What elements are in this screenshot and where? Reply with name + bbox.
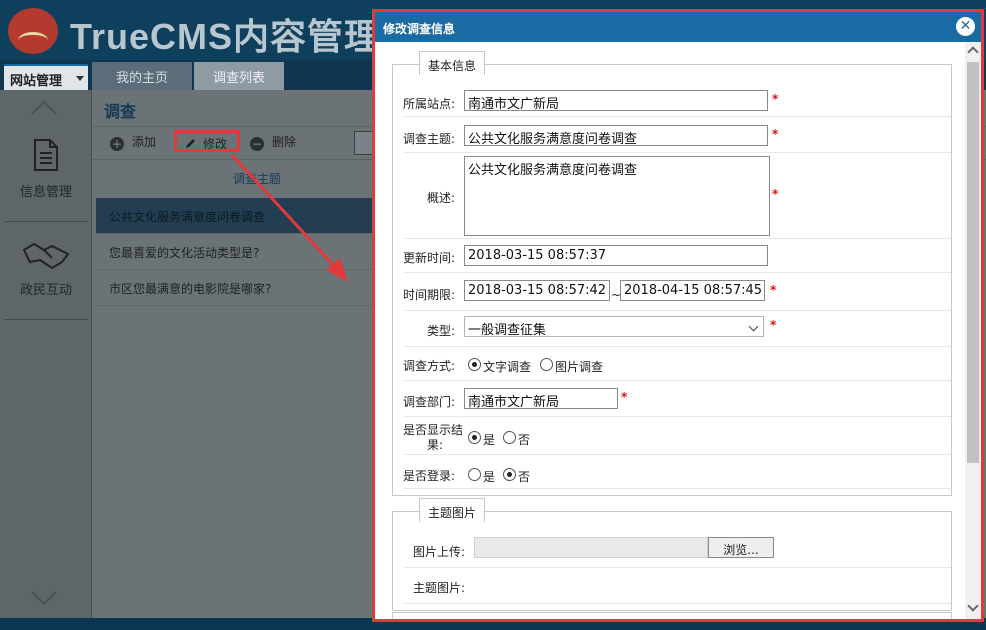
type-row: 类型: 一般调查征集 *: [403, 311, 951, 347]
login-row: 是否登录: 是 否: [403, 455, 951, 489]
theme-image-legend: 主题图片: [419, 498, 486, 522]
add-button[interactable]: + 添加: [110, 133, 156, 155]
login-no-label[interactable]: 否: [518, 468, 530, 485]
required-mark: *: [772, 127, 779, 141]
login-no-radio[interactable]: [503, 468, 516, 481]
desc-textarea[interactable]: 公共文化服务满意度问卷调查: [464, 156, 770, 236]
table-row[interactable]: 市区您最满意的电影院是哪家?: [96, 270, 376, 306]
required-mark: *: [770, 283, 777, 297]
required-mark: *: [772, 92, 779, 106]
method-image-label[interactable]: 图片调查: [555, 358, 603, 375]
handshake-icon: [23, 243, 69, 269]
type-select-value: 一般调查征集: [468, 323, 547, 337]
site-manage-menu[interactable]: 网站管理: [4, 64, 88, 90]
scrollbar-thumb[interactable]: [967, 62, 979, 463]
close-icon[interactable]: ✕: [956, 17, 975, 36]
theme-image-label: 主题图片:: [413, 581, 466, 595]
chevron-down-icon: [748, 321, 759, 332]
plus-icon: +: [110, 137, 124, 151]
basic-info-legend: 基本信息: [419, 51, 486, 75]
edit-survey-dialog: 修改调查信息 ✕ 基本信息 所属站点: 南通市文广新局 * 调查主题: 公共文化…: [372, 9, 984, 622]
method-row: 调查方式: 文字调查 图片调查: [403, 347, 951, 381]
page-title: 调查: [104, 102, 137, 121]
dialog-scrollbar[interactable]: [965, 42, 981, 619]
minus-icon: −: [250, 137, 264, 151]
login-yes-label[interactable]: 是: [483, 468, 495, 485]
dept-label: 调查部门:: [403, 395, 456, 409]
show-result-no-label[interactable]: 否: [518, 431, 530, 448]
basic-info-group: 基本信息 所属站点: 南通市文广新局 * 调查主题: 公共文化服务满意度问卷调查…: [392, 51, 952, 496]
edit-label: 修改: [203, 137, 228, 151]
site-label: 所属站点:: [403, 97, 456, 111]
chevron-down-icon: [76, 76, 84, 81]
upload-file-field[interactable]: [474, 537, 708, 558]
tab-survey-list[interactable]: 调查列表: [194, 62, 284, 90]
add-label: 添加: [132, 135, 157, 149]
method-label: 调查方式:: [403, 359, 456, 373]
updated-row: 更新时间: 2018-03-15 08:57:37: [403, 239, 951, 273]
show-result-row: 是否显示结 果: 是 否: [403, 417, 951, 455]
column-header-topic[interactable]: 调查主题: [92, 170, 372, 187]
period-row: 时间期限: 2018-03-15 08:57:42 ~ 2018-04-15 0…: [403, 273, 951, 311]
logo-emblem-icon: [8, 8, 58, 54]
required-mark: *: [772, 187, 779, 201]
theme-image-group: 主题图片 图片上传: 浏览... 主题图片:: [392, 498, 952, 611]
delete-label: 删除: [272, 135, 297, 149]
topic-label: 调查主题:: [403, 132, 456, 146]
edit-button[interactable]: 修改: [174, 130, 240, 152]
updated-field[interactable]: 2018-03-15 08:57:37: [464, 245, 768, 266]
method-text-label[interactable]: 文字调查: [483, 358, 531, 375]
sidebar: 信息管理 政民互动: [0, 90, 92, 630]
chevron-up-icon[interactable]: [30, 94, 58, 122]
period-label: 时间期限:: [403, 288, 456, 302]
site-manage-label: 网站管理: [10, 74, 63, 89]
required-mark: *: [621, 390, 628, 404]
topic-field[interactable]: 公共文化服务满意度问卷调查: [464, 125, 768, 146]
theme-image-row: 主题图片:: [403, 568, 951, 604]
login-yes-radio[interactable]: [468, 468, 481, 481]
type-label: 类型:: [427, 324, 456, 338]
show-result-no-radio[interactable]: [503, 431, 516, 444]
next-group: [392, 612, 952, 619]
upload-row: 图片上传: 浏览...: [403, 532, 951, 568]
show-result-label-2: 果:: [427, 438, 444, 452]
upload-label: 图片上传:: [413, 545, 466, 559]
site-row: 所属站点: 南通市文广新局 *: [403, 85, 951, 117]
dialog-titlebar: 修改调查信息 ✕: [375, 12, 981, 42]
scroll-down-icon[interactable]: [967, 600, 979, 612]
sidebar-item-gov-interaction[interactable]: 政民互动: [4, 228, 88, 320]
delete-button[interactable]: − 删除: [250, 133, 296, 155]
table-row[interactable]: 您最喜爱的文化活动类型是?: [96, 234, 376, 270]
search-icon[interactable]: [354, 131, 374, 155]
dept-row: 调查部门: 南通市文广新局 *: [403, 381, 951, 417]
sidebar-item-info-manage[interactable]: 信息管理: [4, 130, 88, 222]
period-start-field[interactable]: 2018-03-15 08:57:42: [464, 280, 610, 301]
dialog-title: 修改调查信息: [383, 22, 456, 36]
method-image-radio[interactable]: [540, 358, 553, 371]
sidebar-item-label: 信息管理: [19, 185, 72, 200]
method-text-radio[interactable]: [468, 358, 481, 371]
site-field[interactable]: 南通市文广新局: [464, 90, 768, 111]
dialog-body: 基本信息 所属站点: 南通市文广新局 * 调查主题: 公共文化服务满意度问卷调查…: [375, 42, 965, 619]
updated-label: 更新时间:: [403, 251, 456, 265]
dept-field[interactable]: 南通市文广新局: [464, 388, 618, 409]
topic-row: 调查主题: 公共文化服务满意度问卷调查 *: [403, 119, 951, 153]
show-result-yes-radio[interactable]: [468, 431, 481, 444]
pencil-icon: [186, 139, 195, 148]
desc-label: 概述:: [427, 191, 456, 205]
browse-button[interactable]: 浏览...: [708, 537, 774, 558]
scroll-up-icon[interactable]: [967, 46, 979, 58]
required-mark: *: [770, 318, 777, 332]
period-end-field[interactable]: 2018-04-15 08:57:45: [620, 280, 765, 301]
document-icon: [34, 139, 58, 171]
show-result-yes-label[interactable]: 是: [483, 431, 495, 448]
desc-row: 概述: 公共文化服务满意度问卷调查 *: [403, 153, 951, 239]
table-row[interactable]: 公共文化服务满意度问卷调查: [96, 198, 376, 234]
login-label: 是否登录:: [403, 469, 456, 483]
sidebar-item-label: 政民互动: [19, 283, 72, 298]
type-select[interactable]: 一般调查征集: [464, 316, 764, 337]
chevron-down-icon[interactable]: [30, 584, 58, 612]
tab-my-home[interactable]: 我的主页: [92, 62, 192, 90]
